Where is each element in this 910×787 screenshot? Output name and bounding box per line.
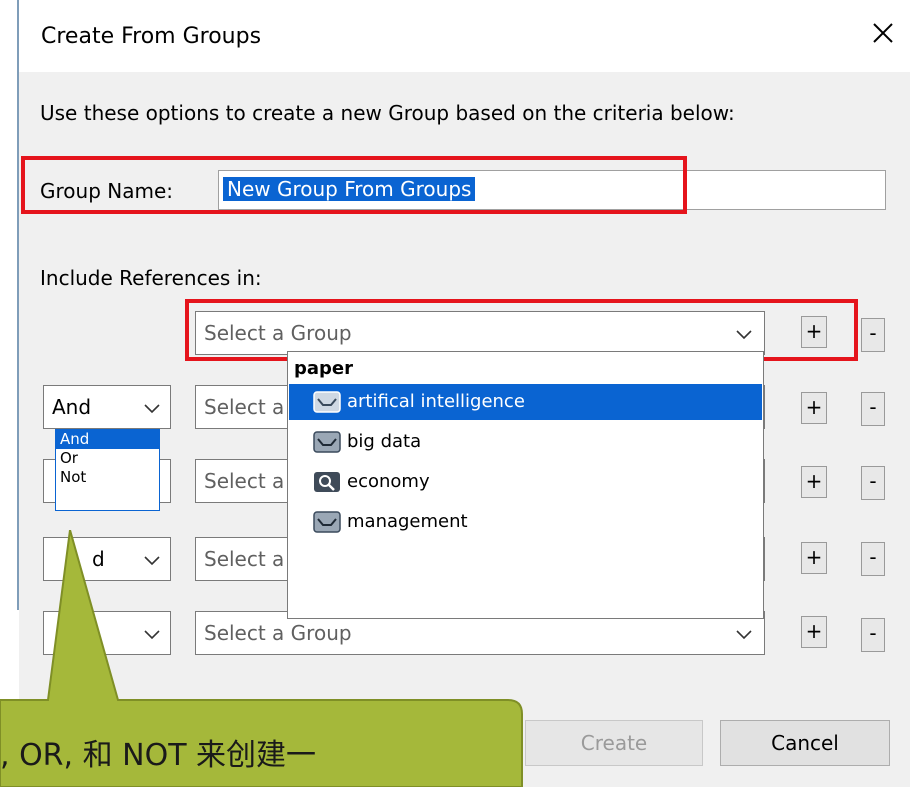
operator-dropdown-list: And Or Not [55,429,160,511]
add-row-button[interactable]: + [801,466,827,498]
group-option-artifical-intelligence[interactable]: artifical intelligence [289,384,762,420]
cancel-button[interactable]: Cancel [720,720,890,766]
group-option-label: artifical intelligence [347,391,525,412]
create-button[interactable]: Create [525,720,703,766]
group-tray-icon [313,391,341,413]
remove-row-button[interactable]: - [861,542,885,576]
operator-select-row-2[interactable]: And [43,385,171,429]
group-option-label: big data [347,431,422,452]
remove-row-button[interactable]: - [861,618,885,652]
operator-option-not[interactable]: Not [56,468,159,487]
operator-option-or[interactable]: Or [56,449,159,468]
search-group-icon [314,472,340,492]
chevron-down-icon [736,630,752,640]
chevron-down-icon [144,404,160,414]
remove-row-button[interactable]: - [861,466,885,500]
add-row-button[interactable]: + [801,542,827,574]
group-option-big-data[interactable]: big data [289,424,762,460]
group-option-label: economy [347,471,430,492]
group-select-placeholder: Select a [204,469,285,493]
window-title: Create From Groups [41,24,262,49]
close-button[interactable] [868,18,898,48]
group-option-economy[interactable]: economy [289,464,762,500]
remove-row-button[interactable]: - [861,392,885,426]
operator-option-and[interactable]: And [56,430,159,449]
annotation-box-group-name [21,156,687,214]
include-label: Include References in: [40,266,262,290]
remove-row-button[interactable]: - [861,318,885,352]
callout-text: , OR, 和 NOT 来创建一 [0,738,317,773]
operator-value: And [52,395,92,419]
intro-text: Use these options to create a new Group … [40,101,735,125]
add-row-button[interactable]: + [801,392,827,424]
group-select-placeholder: Select a [204,395,285,419]
group-set-header: paper [294,358,354,379]
add-row-button[interactable]: + [801,616,827,648]
group-tray-icon [313,431,341,453]
close-icon [873,23,893,43]
